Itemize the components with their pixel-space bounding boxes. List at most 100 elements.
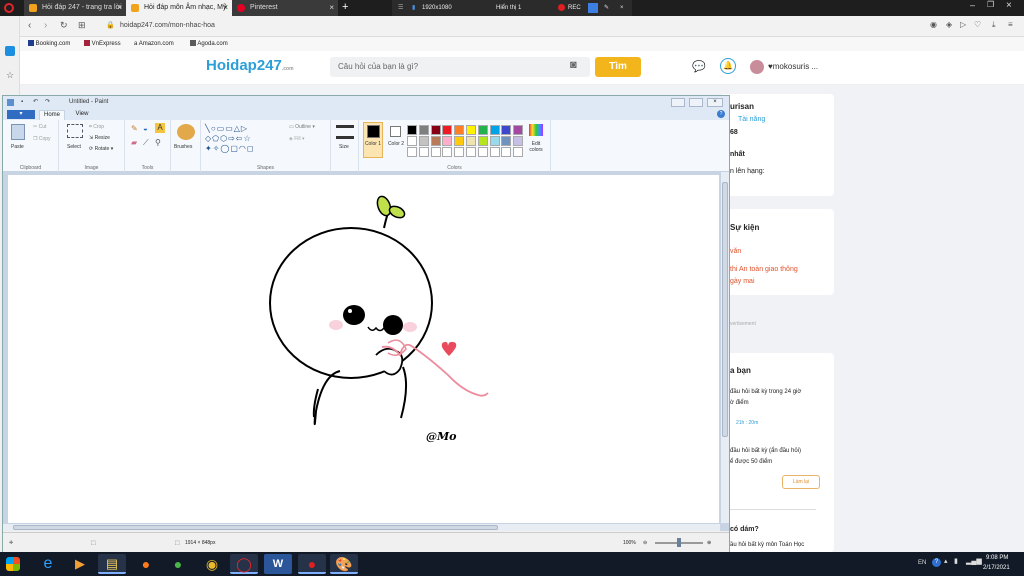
pencil-icon[interactable]: ✎ — [131, 124, 138, 133]
avatar[interactable] — [750, 60, 764, 74]
select-button[interactable]: Select — [67, 144, 81, 150]
palette-swatch[interactable] — [501, 136, 512, 146]
eraser-icon[interactable]: ▰ — [131, 138, 137, 147]
resize-button[interactable]: ⇲ Resize — [89, 135, 110, 141]
help-icon[interactable]: ? — [932, 558, 941, 567]
download-icon[interactable]: ⤓ — [992, 20, 996, 30]
back-icon[interactable]: ‹ — [28, 20, 31, 31]
retry-button[interactable]: Làm lại — [782, 475, 820, 489]
zoom-in-icon[interactable]: ⊕ — [707, 533, 711, 553]
brush-icon[interactable] — [177, 124, 195, 140]
palette-swatch[interactable] — [489, 147, 500, 157]
close-tab-icon[interactable]: × — [223, 0, 228, 16]
new-tab-icon[interactable]: + — [342, 1, 348, 13]
save-icon[interactable]: ▪ — [21, 96, 23, 109]
palette-swatch[interactable] — [466, 147, 476, 157]
search-input[interactable]: Câu hỏi của bạn là gì? — [338, 62, 418, 71]
paint-icon[interactable]: 🎨 — [330, 554, 358, 574]
paste-icon[interactable] — [11, 124, 25, 140]
help-icon[interactable]: ? — [717, 110, 725, 118]
search-box[interactable]: Câu hỏi của bạn là gì? ◙ — [330, 57, 590, 77]
brushes-button[interactable]: Brushes — [174, 144, 192, 150]
palette-swatch[interactable] — [454, 147, 465, 157]
palette-swatch[interactable] — [477, 125, 488, 135]
battery-icon[interactable]: ▮ — [954, 557, 958, 565]
reload-icon[interactable]: ↻ — [60, 20, 68, 31]
tab-home[interactable]: Home — [39, 110, 65, 120]
windows-start-icon[interactable] — [6, 557, 20, 571]
coccoc-icon[interactable]: ● — [164, 554, 192, 574]
site-logo[interactable]: Hoidap247.com — [206, 57, 294, 74]
menu-icon[interactable]: ≡ — [1008, 20, 1013, 29]
palette-swatch[interactable] — [430, 147, 441, 157]
vertical-scrollbar[interactable] — [720, 172, 729, 523]
minimize-window-icon[interactable] — [671, 98, 685, 107]
event-link-2[interactable]: thi An toàn giao thông — [730, 266, 798, 273]
scroll-thumb[interactable] — [13, 525, 498, 530]
palette-swatch[interactable] — [407, 125, 417, 135]
edit-colors-button[interactable]: Edit colors — [525, 141, 547, 153]
minimize-window-icon[interactable]: – — [970, 0, 975, 10]
tab-pinterest[interactable]: Pinterest × — [232, 0, 338, 16]
palette-swatch[interactable] — [501, 125, 512, 135]
play-icon[interactable]: ▷ — [960, 20, 966, 29]
size-button[interactable]: Size — [339, 144, 349, 150]
magnifier-icon[interactable]: ⚲ — [155, 138, 161, 147]
username[interactable]: ♥mokosuris ... — [768, 62, 818, 71]
palette-swatch[interactable] — [466, 125, 476, 135]
rotate-button[interactable]: ⟳ Rotate ▾ — [89, 146, 113, 152]
palette-swatch[interactable] — [442, 147, 453, 157]
palette-swatch[interactable] — [418, 125, 429, 135]
palette-swatch[interactable] — [418, 147, 429, 157]
scroll-thumb[interactable] — [722, 182, 728, 437]
palette-swatch[interactable] — [442, 136, 453, 146]
bookmark-amazon[interactable]: a Amazon.com — [134, 37, 174, 51]
palette-swatch[interactable] — [418, 136, 429, 146]
redo-icon[interactable]: ↷ — [45, 96, 50, 109]
palette-swatch[interactable] — [501, 147, 512, 157]
file-menu-button[interactable]: ▾ — [7, 110, 35, 119]
network-icon[interactable]: ▂▄▆ — [966, 557, 982, 565]
microphone-icon[interactable]: ▮ — [412, 0, 415, 16]
restore-window-icon[interactable]: ❐ — [987, 0, 994, 9]
palette-swatch[interactable] — [442, 125, 453, 135]
outline-button[interactable]: ▭ Outline ▾ — [289, 124, 315, 130]
tab-view[interactable]: View — [69, 110, 95, 120]
tab-hoidap-home[interactable]: Hỏi đáp 247 - trang tra lời × — [24, 0, 126, 16]
opera-logo-icon[interactable] — [4, 3, 14, 13]
paste-button[interactable]: Paste — [11, 144, 24, 150]
heart-icon[interactable]: ♡ — [974, 20, 981, 29]
zoom-out-icon[interactable]: ⊖ — [643, 533, 647, 553]
media-player-icon[interactable]: ▶ — [66, 554, 94, 574]
select-icon[interactable] — [67, 124, 83, 138]
copy-button[interactable]: ❐ Copy — [33, 136, 51, 142]
fill-button[interactable]: ◈ Fill ▾ — [289, 136, 305, 142]
firefox-icon[interactable]: ● — [132, 554, 160, 574]
palette-swatch[interactable] — [430, 125, 441, 135]
palette-swatch[interactable] — [466, 136, 476, 146]
palette-swatch[interactable] — [513, 136, 524, 146]
pin-icon[interactable]: ☆ — [6, 70, 14, 81]
close-window-icon[interactable]: × — [707, 98, 723, 107]
bell-icon[interactable]: 🔔 — [720, 58, 736, 74]
close-tab-icon[interactable]: × — [117, 0, 122, 16]
crop-button[interactable]: ⌗ Crop — [89, 124, 104, 130]
forward-icon[interactable]: › — [44, 20, 47, 31]
palette-swatch[interactable] — [513, 125, 524, 135]
cut-button[interactable]: ✂ Cut — [33, 124, 46, 130]
shapes-gallery[interactable]: ╲○▭▭△▷ ◇⬠⬡⇨⇦☆ ✦✧◯▢◠◻ — [205, 124, 283, 154]
chrome-icon[interactable]: ◉ — [198, 554, 226, 574]
camera-icon[interactable]: ◙ — [570, 59, 577, 71]
bookmark-vnexpress[interactable]: VnExpress — [84, 37, 121, 51]
pen-icon[interactable]: ✎ — [604, 0, 609, 16]
color-picker-icon[interactable]: ⟋ — [143, 138, 149, 148]
language-indicator[interactable]: EN — [918, 560, 926, 566]
screen-icon[interactable] — [588, 3, 598, 13]
zoom-slider-thumb[interactable] — [677, 538, 681, 547]
menu-icon[interactable]: ☰ — [398, 0, 403, 16]
clock-date[interactable]: 2/17/2021 — [983, 565, 1010, 571]
tab-hoidap-music[interactable]: Hỏi đáp môn Âm nhạc, Mỹ × — [126, 0, 232, 16]
recorder-icon[interactable]: ● — [298, 554, 326, 574]
profile-name[interactable]: urisan — [730, 102, 754, 111]
event-link-3[interactable]: gày mai — [730, 278, 755, 285]
